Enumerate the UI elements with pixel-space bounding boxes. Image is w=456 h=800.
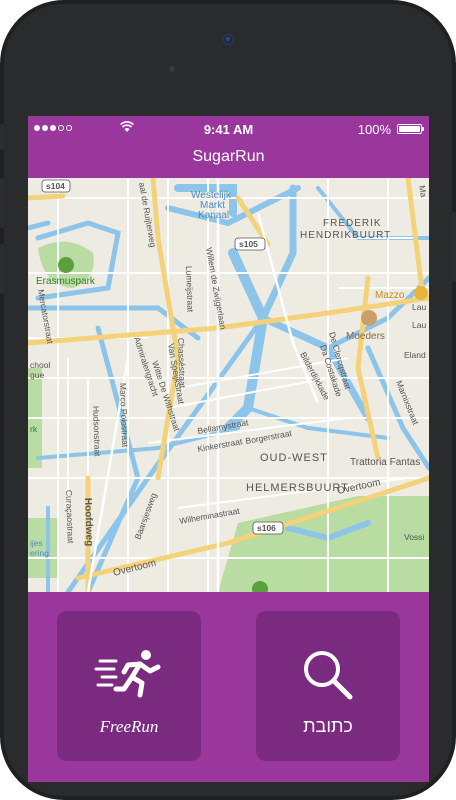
map-label: Kinkerstraat (197, 436, 244, 454)
map-view[interactable]: s104 s105 s106 Westelijk Markt Kanaal FR… (28, 178, 429, 592)
map-label: Eland (404, 350, 426, 360)
status-bar: 9:41 AM 100% (28, 116, 429, 142)
mazzo-poi-icon (414, 286, 428, 300)
mute-switch (0, 124, 4, 150)
battery-icon (397, 124, 424, 134)
map-label: Lau (412, 302, 426, 312)
map-label: ering (30, 548, 49, 558)
map-label: Lumeijstraat (184, 266, 196, 313)
map-label: Marco Polostraat (118, 383, 130, 448)
map-label: Hudsonstraat (91, 406, 103, 458)
map-label: FREDERIK (323, 218, 382, 229)
freerun-button[interactable]: FreeRun (57, 611, 201, 761)
battery-percentage: 100% (357, 122, 391, 137)
restaurant-poi-icon (361, 310, 377, 326)
map-label: Wilheminastraat (179, 505, 241, 526)
map-label: Overtoom (112, 558, 157, 579)
map-label: chool (30, 360, 50, 370)
power-button (452, 212, 456, 282)
map-label: Vossi (404, 532, 424, 542)
front-camera (223, 34, 234, 45)
map-label: s104 (46, 181, 65, 191)
map-label: Mazzo (375, 290, 405, 301)
map-label: ijes (30, 538, 43, 548)
freerun-label: FreeRun (99, 717, 159, 736)
map-label: s106 (257, 523, 276, 533)
map-label: Trattoria Fantas (350, 457, 420, 468)
address-search-button[interactable]: כתובת (256, 611, 400, 761)
app-title: SugarRun (192, 148, 265, 165)
map-label: s105 (239, 239, 258, 249)
action-tiles: FreeRun כתובת (28, 592, 429, 782)
runner-icon-wrapper (57, 647, 201, 707)
search-icon (304, 651, 353, 700)
runner-icon (94, 650, 161, 698)
volume-up-button (0, 178, 4, 228)
app-screen: 9:41 AM 100% SugarRun s104 s105 s106 Wes… (28, 116, 429, 782)
map-label: OUD-WEST (260, 452, 328, 464)
address-label: כתובת (303, 716, 353, 736)
map-label: Hoofdweg (82, 498, 95, 547)
route-shields (41, 179, 284, 535)
volume-down-button (0, 244, 4, 294)
map-label: HENDRIKBUURT (300, 230, 391, 241)
map-label: Moeders (346, 331, 385, 342)
search-icon-wrapper (256, 647, 400, 707)
map-label: HELMERSBUURT (246, 482, 349, 494)
map-label: Lau (412, 320, 426, 330)
park-marker-icon (58, 257, 74, 273)
map-label: rk (30, 424, 38, 434)
map-label: Ma (417, 185, 429, 199)
map-label: Kanaal (198, 210, 229, 221)
map-label: Curaçaostraat (64, 490, 76, 544)
map-label: Erasmuspark (36, 276, 96, 287)
map-label: gue (30, 370, 44, 380)
proximity-sensor (169, 66, 175, 72)
map-canvas[interactable]: s104 s105 s106 Westelijk Markt Kanaal FR… (28, 178, 429, 592)
